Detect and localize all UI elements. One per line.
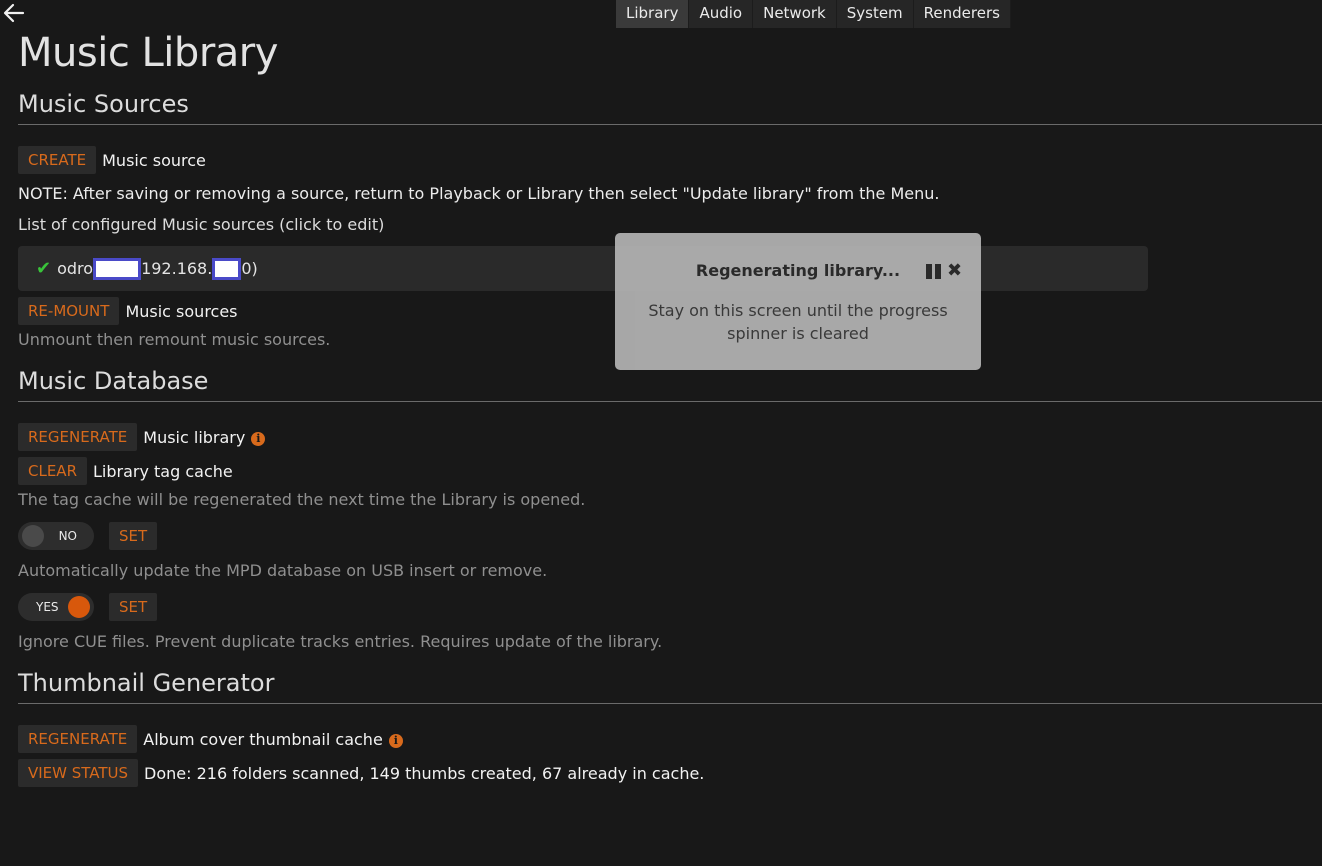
regenerate-thumbs-row: REGENERATE Album cover thumbnail cache i [18,725,403,753]
usb-update-set-button[interactable]: SET [109,522,158,550]
thumb-status-text: Done: 216 folders scanned, 149 thumbs cr… [144,763,705,783]
source-address-prefix: 192.168. [141,259,213,278]
regenerate-thumbs-button[interactable]: REGENERATE [18,725,138,753]
section-divider [18,401,1322,402]
regenerate-library-button[interactable]: REGENERATE [18,423,138,451]
ignore-cue-toggle[interactable]: YES [18,593,94,621]
tab-system[interactable]: System [837,0,914,28]
ignore-cue-description: Ignore CUE files. Prevent duplicate trac… [18,632,663,651]
pause-icon[interactable] [926,264,942,279]
checkmark-icon: ✔ [36,258,52,279]
remount-button[interactable]: RE-MOUNT [18,297,120,325]
view-status-button[interactable]: VIEW STATUS [18,759,139,787]
section-divider [18,124,1322,125]
source-name-prefix: odro [57,259,94,278]
clear-cache-label: Library tag cache [93,461,233,481]
clear-cache-description: The tag cache will be regenerated the ne… [18,490,586,509]
regenerating-notification: Regenerating library... ✖ Stay on this s… [615,233,981,370]
clear-cache-button[interactable]: CLEAR [18,457,87,485]
clear-cache-row: CLEAR Library tag cache [18,457,233,485]
sources-list-label: List of configured Music sources (click … [18,215,385,234]
ignore-cue-set-button[interactable]: SET [109,593,158,621]
regenerate-thumbs-label: Album cover thumbnail cache [143,729,383,749]
config-tabs: Library Audio Network System Renderers [616,0,1011,28]
section-divider [18,703,1322,704]
toggle-knob [68,596,90,618]
tab-audio[interactable]: Audio [689,0,754,28]
remount-row: RE-MOUNT Music sources [18,297,238,325]
create-source-row: CREATE Music source [18,146,206,174]
back-arrow-icon[interactable] [2,2,26,24]
music-database-heading: Music Database [18,367,209,395]
create-source-label: Music source [102,150,206,170]
ignore-cue-row: YES SET [18,593,158,621]
regenerate-library-row: REGENERATE Music library i [18,423,266,451]
usb-update-row: NO SET [18,522,158,550]
notification-message: Stay on this screen until the progress s… [648,301,948,343]
thumbnail-generator-heading: Thumbnail Generator [18,669,275,697]
remount-label: Music sources [125,301,238,321]
page-title: Music Library [18,30,278,76]
thumb-status-row: VIEW STATUS Done: 216 folders scanned, 1… [18,759,704,787]
info-icon[interactable]: i [388,734,403,748]
source-address-suffix: 0) [241,259,258,278]
close-icon[interactable]: ✖ [947,260,962,281]
info-icon[interactable]: i [251,432,266,446]
remount-description: Unmount then remount music sources. [18,330,331,349]
toggle-state-label: NO [58,529,77,543]
regenerate-library-label: Music library [143,427,246,447]
tab-library[interactable]: Library [616,0,690,28]
toggle-knob [22,525,44,547]
toggle-state-label: YES [36,600,59,614]
tab-renderers[interactable]: Renderers [914,0,1011,28]
usb-update-description: Automatically update the MPD database on… [18,561,548,580]
usb-update-toggle[interactable]: NO [18,522,94,550]
redacted-block [212,257,242,280]
update-library-note: NOTE: After saving or removing a source,… [18,184,940,203]
music-sources-heading: Music Sources [18,90,189,118]
redacted-block [93,257,142,280]
create-source-button[interactable]: CREATE [18,146,97,174]
tab-network[interactable]: Network [753,0,837,28]
